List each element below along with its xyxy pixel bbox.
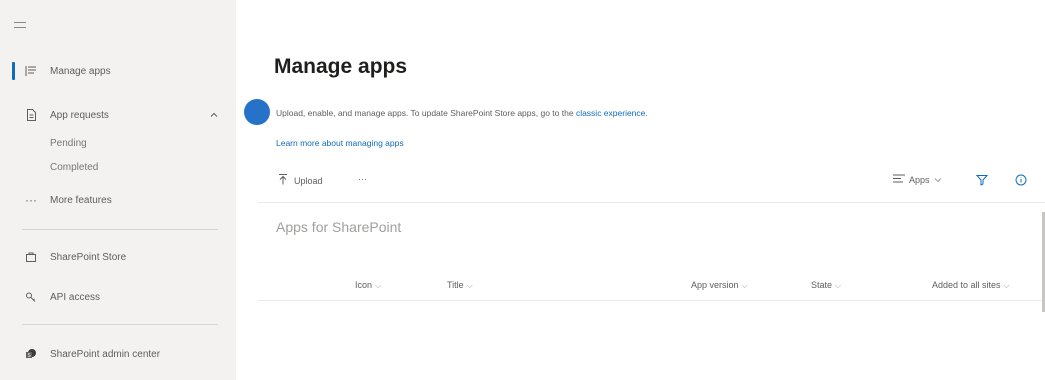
left-navigation: Manage apps App requests Pending Complet… — [0, 0, 236, 380]
column-header-label: Icon — [355, 280, 373, 290]
hamburger-menu-icon[interactable] — [14, 22, 28, 34]
sidebar-item-more-features[interactable]: ··· More features — [0, 187, 236, 213]
description-text: Upload, enable, and manage apps. To upda… — [276, 108, 576, 118]
column-header-state[interactable]: State ⌵ — [811, 280, 841, 291]
classic-experience-link[interactable]: classic experience — [576, 108, 645, 118]
column-header-title[interactable]: Title ⌵ — [447, 280, 473, 291]
sidebar-item-label: SharePoint admin center — [50, 348, 161, 360]
sharepoint-icon: S — [24, 347, 38, 361]
info-button[interactable] — [1015, 174, 1027, 188]
key-icon — [24, 290, 38, 304]
column-header-app-version[interactable]: App version ⌵ — [691, 280, 748, 291]
sidebar-divider — [22, 229, 218, 230]
sidebar-subitem-completed[interactable]: Completed — [50, 162, 98, 173]
column-header-icon[interactable]: Icon ⌵ — [355, 280, 381, 291]
toolbar-divider — [258, 202, 1045, 203]
ellipsis-icon: ··· — [25, 193, 37, 207]
column-header-label: App version — [691, 280, 739, 290]
document-icon — [24, 108, 38, 122]
teaching-indicator — [244, 99, 270, 125]
header-divider — [258, 300, 1045, 301]
chevron-down-icon — [934, 175, 942, 185]
filter-button[interactable] — [975, 174, 989, 188]
sidebar-item-manage-apps[interactable]: Manage apps — [0, 58, 236, 84]
more-commands-button[interactable]: ··· — [358, 174, 367, 184]
page-title: Manage apps — [274, 55, 408, 78]
view-icon — [893, 174, 905, 185]
upload-icon — [278, 174, 288, 188]
sidebar-item-app-requests[interactable]: App requests — [0, 102, 236, 128]
chevron-down-icon: ⌵ — [1003, 281, 1010, 290]
store-icon — [24, 250, 38, 264]
sidebar-item-sharepoint-admin-center[interactable]: S SharePoint admin center — [0, 341, 236, 367]
column-header-label: State — [811, 280, 833, 290]
column-header-label: Added to all sites — [932, 280, 1001, 290]
sidebar-divider — [22, 324, 218, 325]
learn-more-link[interactable]: Learn more about managing apps — [276, 138, 404, 148]
column-header-added-to-all-sites[interactable]: Added to all sites ⌵ — [932, 280, 1010, 291]
sidebar-item-api-access[interactable]: API access — [0, 284, 236, 310]
sidebar-subitem-pending[interactable]: Pending — [50, 138, 87, 149]
chevron-up-icon[interactable] — [210, 111, 218, 119]
sidebar-item-sharepoint-store[interactable]: SharePoint Store — [0, 244, 236, 270]
sidebar-item-label: More features — [50, 194, 112, 206]
sidebar-item-label: SharePoint Store — [50, 251, 127, 263]
sidebar-item-label: App requests — [50, 109, 109, 121]
column-header-label: Title — [447, 280, 464, 290]
chevron-down-icon: ⌵ — [466, 281, 473, 290]
description-period: . — [645, 108, 648, 118]
view-label: Apps — [909, 174, 930, 185]
chevron-down-icon: ⌵ — [741, 281, 748, 290]
filter-icon — [975, 174, 989, 188]
chevron-down-icon: ⌵ — [375, 281, 382, 290]
chevron-down-icon: ⌵ — [835, 281, 842, 290]
upload-label: Upload — [294, 176, 323, 186]
section-title: Apps for SharePoint — [276, 219, 402, 235]
info-icon — [1015, 174, 1027, 188]
page-description: Upload, enable, and manage apps. To upda… — [276, 108, 648, 118]
list-icon — [24, 64, 38, 78]
upload-button[interactable]: Upload — [278, 174, 323, 188]
view-switcher[interactable]: Apps — [893, 174, 942, 185]
sidebar-item-label: Manage apps — [50, 65, 111, 77]
sidebar-item-label: API access — [50, 291, 101, 303]
